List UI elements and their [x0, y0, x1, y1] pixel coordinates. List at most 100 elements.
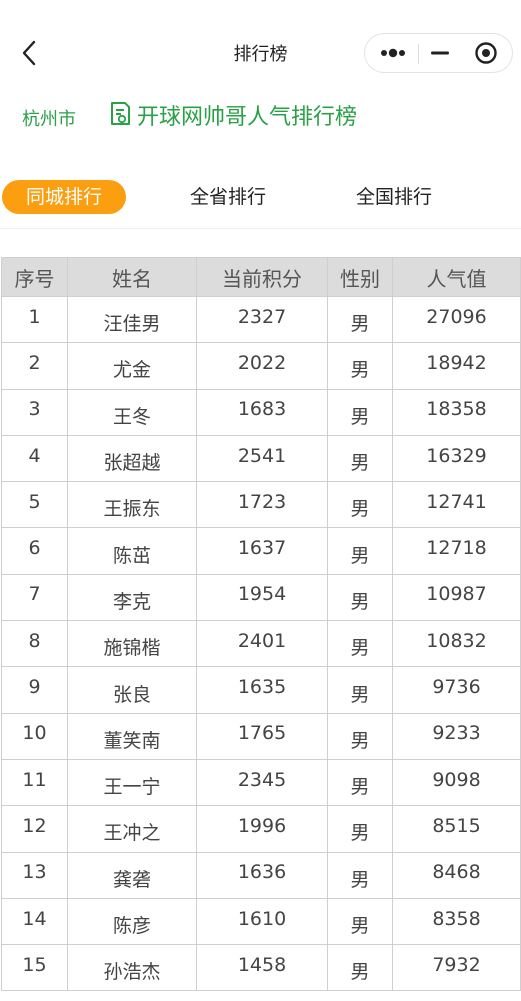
rank-cell: 9	[1, 666, 68, 714]
table-row: 14 陈彦 1610 男 8358	[1, 897, 521, 946]
rank-cell: 7	[1, 573, 68, 622]
table-row: 2 尤金 2022 男 18942	[1, 342, 521, 390]
table-row: 11 王一宁 2345 男 9098	[1, 758, 521, 807]
popularity-cell: 16329	[392, 434, 521, 483]
gender-cell: 男	[327, 897, 393, 946]
popularity-cell: 18942	[392, 342, 521, 390]
table-row: 6 陈茁 1637 男 12718	[1, 527, 521, 575]
popularity-cell: 9736	[392, 666, 521, 714]
gender-cell: 男	[327, 805, 393, 853]
close-button[interactable]	[465, 34, 511, 72]
column-header-rank: 序号	[1, 257, 68, 297]
gender-cell: 男	[327, 295, 393, 344]
gender-cell: 男	[327, 527, 393, 575]
gender-cell: 男	[327, 481, 393, 529]
column-header-score: 当前积分	[196, 257, 328, 297]
score-cell: 2401	[196, 620, 328, 668]
score-cell: 1996	[196, 805, 328, 853]
table-row: 5 王振东 1723 男 12741	[1, 481, 521, 529]
table-header-row: 序号 姓名 当前积分 性别 人气值	[1, 257, 521, 297]
ranking-tabs: 同城排行 全省排行 全国排行	[0, 172, 521, 216]
score-cell: 1954	[196, 573, 328, 622]
rank-cell: 3	[1, 388, 68, 436]
popularity-cell: 18358	[392, 388, 521, 436]
tab-province-ranking[interactable]: 全省排行	[178, 178, 278, 216]
name-cell: 张良	[67, 666, 197, 714]
score-cell: 1635	[196, 666, 328, 714]
score-cell: 1683	[196, 388, 328, 436]
board-title: 开球网帅哥人气排行榜	[137, 105, 358, 130]
popularity-cell: 12741	[392, 481, 521, 529]
divider	[0, 228, 521, 229]
score-cell: 2327	[196, 295, 328, 344]
table-row: 13 龚砻 1636 男 8468	[1, 851, 521, 899]
score-cell: 1723	[196, 481, 328, 529]
name-cell: 王冲之	[67, 805, 197, 853]
rank-cell: 4	[1, 434, 68, 483]
popularity-cell: 8468	[392, 851, 521, 899]
rank-cell: 8	[1, 620, 68, 668]
minimize-button[interactable]	[425, 34, 455, 72]
city-selector[interactable]: 杭州市	[22, 105, 76, 131]
name-cell: 龚砻	[67, 851, 197, 899]
popularity-cell: 8515	[392, 805, 521, 853]
rank-cell: 1	[1, 295, 68, 344]
name-cell: 王冬	[67, 388, 197, 436]
table-row: 9 张良 1635 男 9736	[1, 666, 521, 714]
score-cell: 1610	[196, 897, 328, 946]
table-row: 10 董笑南 1765 男 9233	[1, 712, 521, 760]
popularity-cell: 9098	[392, 758, 521, 807]
target-close-icon	[475, 42, 497, 64]
name-cell: 汪佳男	[67, 295, 197, 344]
score-cell: 1636	[196, 851, 328, 899]
score-cell: 1765	[196, 712, 328, 760]
score-cell: 2022	[196, 342, 328, 390]
popularity-cell: 9233	[392, 712, 521, 760]
mini-program-capsule	[364, 33, 513, 73]
table-row: 1 汪佳男 2327 男 27096	[1, 295, 521, 344]
table-row: 4 张超越 2541 男 16329	[1, 434, 521, 483]
gender-cell: 男	[327, 851, 393, 899]
column-header-gender: 性别	[327, 257, 393, 297]
name-cell: 王一宁	[67, 758, 197, 807]
score-cell: 2345	[196, 758, 328, 807]
gender-cell: 男	[327, 666, 393, 714]
rank-cell: 15	[1, 944, 68, 992]
table-row: 12 王冲之 1996 男 8515	[1, 805, 521, 853]
popularity-cell: 12718	[392, 527, 521, 575]
tab-city-ranking[interactable]: 同城排行	[2, 180, 126, 214]
minimize-icon	[431, 51, 449, 55]
capsule-divider	[418, 44, 419, 64]
rank-cell: 14	[1, 897, 68, 946]
rank-cell: 13	[1, 851, 68, 899]
name-cell: 陈茁	[67, 527, 197, 575]
column-header-popularity: 人气值	[392, 257, 521, 297]
name-cell: 尤金	[67, 342, 197, 390]
table-row: 15 孙浩杰 1458 男 7932	[1, 944, 521, 992]
column-header-name: 姓名	[67, 257, 197, 297]
name-cell: 孙浩杰	[67, 944, 197, 992]
leaderboard-document-icon	[111, 102, 130, 125]
table-row: 8 施锦楷 2401 男 10832	[1, 620, 521, 668]
name-cell: 董笑南	[67, 712, 197, 760]
rank-cell: 11	[1, 758, 68, 807]
score-cell: 1637	[196, 527, 328, 575]
table-row: 3 王冬 1683 男 18358	[1, 388, 521, 436]
score-cell: 2541	[196, 434, 328, 483]
tab-national-ranking[interactable]: 全国排行	[344, 178, 444, 216]
rank-cell: 5	[1, 481, 68, 529]
score-cell: 1458	[196, 944, 328, 992]
gender-cell: 男	[327, 712, 393, 760]
name-cell: 施锦楷	[67, 620, 197, 668]
rank-cell: 10	[1, 712, 68, 760]
name-cell: 李克	[67, 573, 197, 622]
gender-cell: 男	[327, 758, 393, 807]
name-cell: 陈彦	[67, 897, 197, 946]
popularity-cell: 27096	[392, 295, 521, 344]
name-cell: 王振东	[67, 481, 197, 529]
table-row: 7 李克 1954 男 10987	[1, 573, 521, 622]
popularity-cell: 10987	[392, 573, 521, 622]
gender-cell: 男	[327, 342, 393, 390]
gender-cell: 男	[327, 388, 393, 436]
popularity-cell: 7932	[392, 944, 521, 992]
